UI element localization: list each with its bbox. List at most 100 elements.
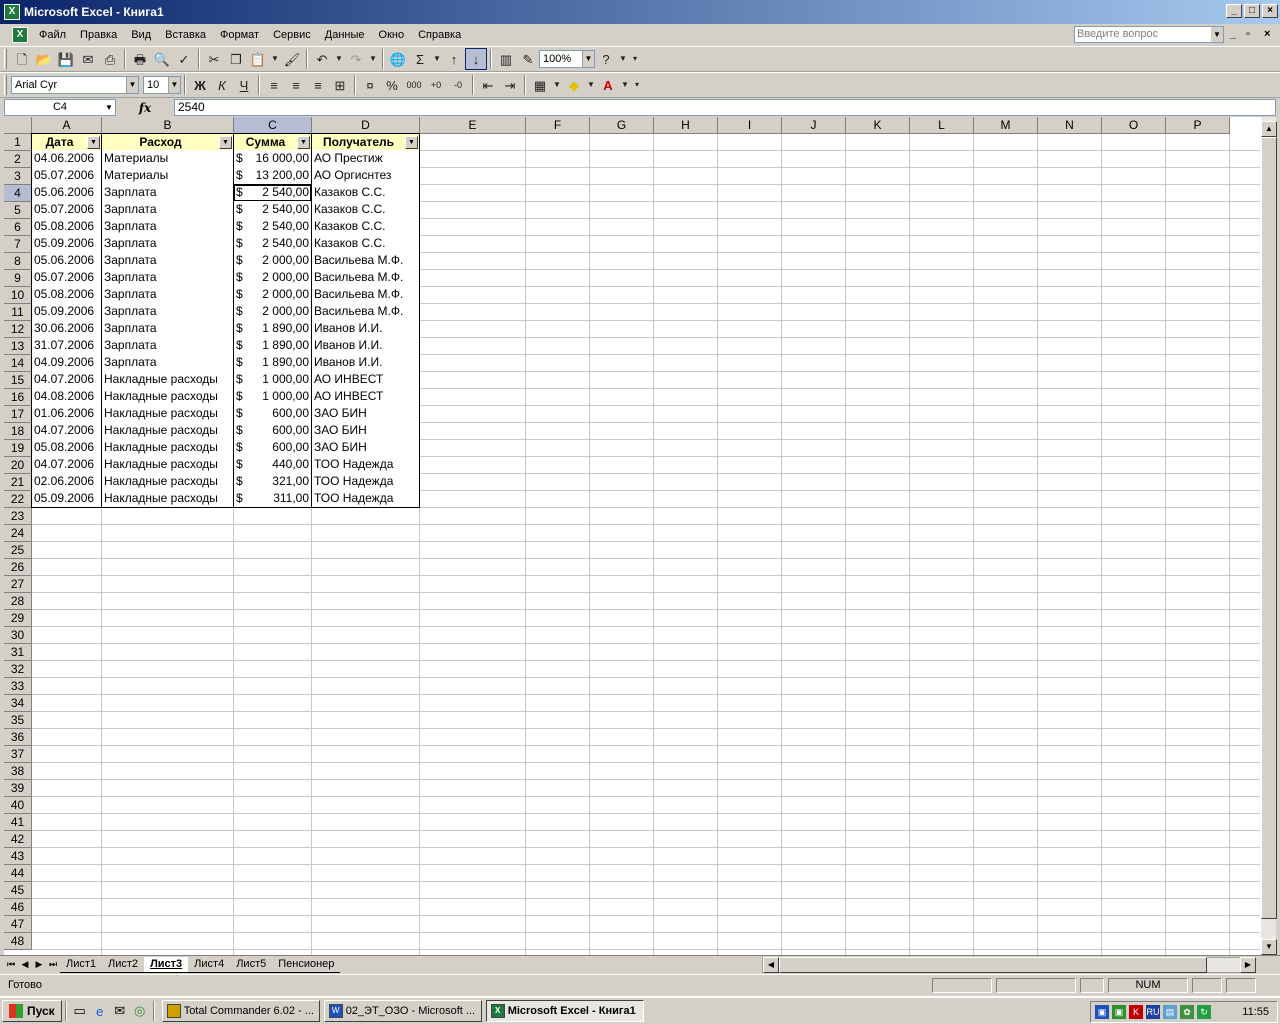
permission-icon[interactable]: ✉: [77, 48, 99, 70]
row-header-18[interactable]: 18: [4, 423, 32, 440]
antivirus-icon[interactable]: K: [1129, 1005, 1143, 1019]
cell-b4[interactable]: Зарплата: [101, 184, 234, 202]
scroll-up-icon[interactable]: ▲: [1261, 121, 1277, 137]
cell-b11[interactable]: Зарплата: [101, 303, 234, 321]
cell-a2[interactable]: 04.06.2006: [31, 150, 102, 168]
column-header-g[interactable]: G: [590, 117, 654, 134]
cell-c7[interactable]: $2 540,00: [233, 235, 312, 253]
tray-refresh-icon[interactable]: ↻: [1197, 1005, 1211, 1019]
currency-style-icon[interactable]: ¤: [359, 74, 381, 96]
cell-d10[interactable]: Васильева М.Ф.: [311, 286, 420, 304]
decrease-indent-icon[interactable]: ⇤: [477, 74, 499, 96]
cell-c11[interactable]: $2 000,00: [233, 303, 312, 321]
cell-b19[interactable]: Накладные расходы: [101, 439, 234, 457]
row-header-15[interactable]: 15: [4, 372, 32, 389]
cell-c18[interactable]: $600,00: [233, 422, 312, 440]
paste-icon[interactable]: 📋: [247, 48, 269, 70]
cell-a17[interactable]: 01.06.2006: [31, 405, 102, 423]
cell-c2[interactable]: $16 000,00: [233, 150, 312, 168]
hscroll-thumb[interactable]: [779, 957, 1207, 973]
tray-gear-icon[interactable]: ✿: [1180, 1005, 1194, 1019]
cell-d4[interactable]: Казаков С.С.: [311, 184, 420, 202]
fill-color-dropdown-icon[interactable]: ▼: [585, 74, 597, 96]
doc-minimize-button[interactable]: _: [1230, 28, 1236, 40]
worksheet-grid[interactable]: ABCDEFGHIJKLMNOP 1 2 3 4 5 6 7 8 9 10 11 12 13 14 15 16…: [4, 117, 1260, 955]
cell-a20[interactable]: 04.07.2006: [31, 456, 102, 474]
cell-d9[interactable]: Васильева М.Ф.: [311, 269, 420, 287]
row-header-3[interactable]: 3: [4, 168, 32, 185]
cell-d12[interactable]: Иванов И.И.: [311, 320, 420, 338]
cell-c8[interactable]: $2 000,00: [233, 252, 312, 270]
menu-insert[interactable]: Вставка: [158, 24, 213, 46]
cell-b14[interactable]: Зарплата: [101, 354, 234, 372]
undo-dropdown-icon[interactable]: ▼: [333, 48, 345, 70]
name-box-dropdown-icon[interactable]: ▼: [103, 100, 115, 115]
column-header-k[interactable]: K: [846, 117, 910, 134]
column-header-m[interactable]: M: [974, 117, 1038, 134]
column-header-l[interactable]: L: [910, 117, 974, 134]
row-header-23[interactable]: 23: [4, 508, 32, 525]
row-header-33[interactable]: 33: [4, 678, 32, 695]
column-header-f[interactable]: F: [526, 117, 590, 134]
cell-b21[interactable]: Накладные расходы: [101, 473, 234, 491]
cell-b9[interactable]: Зарплата: [101, 269, 234, 287]
row-header-44[interactable]: 44: [4, 865, 32, 882]
increase-indent-icon[interactable]: ⇥: [499, 74, 521, 96]
cell-b22[interactable]: Накладные расходы: [101, 490, 234, 508]
doc-restore-button[interactable]: ▫: [1246, 28, 1250, 40]
cell-c10[interactable]: $2 000,00: [233, 286, 312, 304]
cell-c5[interactable]: $2 540,00: [233, 201, 312, 219]
menu-file[interactable]: Файл: [32, 24, 73, 46]
copy-icon[interactable]: ❐: [225, 48, 247, 70]
cell-d16[interactable]: АО ИНВЕСТ: [311, 388, 420, 406]
insert-function-icon[interactable]: fx: [116, 101, 174, 115]
scroll-down-icon[interactable]: ▼: [1261, 939, 1277, 955]
open-folder-icon[interactable]: 📂: [33, 48, 55, 70]
sheet-tab-3[interactable]: Лист3: [144, 956, 189, 973]
column-header-c[interactable]: C: [234, 117, 312, 134]
sheet-tab-2[interactable]: Лист2: [102, 957, 145, 973]
cell-d13[interactable]: Иванов И.И.: [311, 337, 420, 355]
cell-a12[interactable]: 30.06.2006: [31, 320, 102, 338]
cell-d21[interactable]: ТОО Надежда: [311, 473, 420, 491]
scroll-thumb[interactable]: [1261, 137, 1277, 919]
row-header-27[interactable]: 27: [4, 576, 32, 593]
sheet-tab-pensioner[interactable]: Пенсионер: [272, 957, 341, 973]
toolbar-grip-2[interactable]: [4, 75, 7, 95]
sheet-tab-1[interactable]: Лист1: [60, 957, 103, 973]
cell-c14[interactable]: $1 890,00: [233, 354, 312, 372]
cell-d7[interactable]: Казаков С.С.: [311, 235, 420, 253]
row-header-35[interactable]: 35: [4, 712, 32, 729]
cell-a5[interactable]: 05.07.2006: [31, 201, 102, 219]
row-header-8[interactable]: 8: [4, 253, 32, 270]
cell-d11[interactable]: Васильева М.Ф.: [311, 303, 420, 321]
row-header-17[interactable]: 17: [4, 406, 32, 423]
row-header-37[interactable]: 37: [4, 746, 32, 763]
help-icon[interactable]: ?: [595, 48, 617, 70]
cell-d20[interactable]: ТОО Надежда: [311, 456, 420, 474]
menu-data[interactable]: Данные: [318, 24, 372, 46]
task-excel[interactable]: X Microsoft Excel - Книга1: [485, 1000, 644, 1022]
menu-help[interactable]: Справка: [411, 24, 468, 46]
row-header-4[interactable]: 4: [4, 185, 32, 202]
cell-a10[interactable]: 05.08.2006: [31, 286, 102, 304]
row-header-2[interactable]: 2: [4, 151, 32, 168]
cell-c12[interactable]: $1 890,00: [233, 320, 312, 338]
cell-d19[interactable]: ЗАО БИН: [311, 439, 420, 457]
cell-b5[interactable]: Зарплата: [101, 201, 234, 219]
tray-app-icon[interactable]: ▣: [1112, 1005, 1126, 1019]
next-sheet-icon[interactable]: ▶: [32, 959, 46, 970]
font-size-dropdown-icon[interactable]: ▼: [168, 77, 180, 93]
borders-icon[interactable]: ▦: [529, 74, 551, 96]
task-total-commander[interactable]: Total Commander 6.02 - ...: [161, 1000, 320, 1022]
cell-b6[interactable]: Зарплата: [101, 218, 234, 236]
cell-c17[interactable]: $600,00: [233, 405, 312, 423]
column-header-i[interactable]: I: [718, 117, 782, 134]
spelling-icon[interactable]: ✓: [173, 48, 195, 70]
cell-b17[interactable]: Накладные расходы: [101, 405, 234, 423]
new-document-icon[interactable]: 🗋: [11, 48, 33, 70]
prev-sheet-icon[interactable]: ◀: [18, 959, 32, 970]
toolbar-options-icon[interactable]: ▾: [629, 48, 641, 70]
preview-icon[interactable]: 🔍: [151, 48, 173, 70]
cell-b10[interactable]: Зарплата: [101, 286, 234, 304]
